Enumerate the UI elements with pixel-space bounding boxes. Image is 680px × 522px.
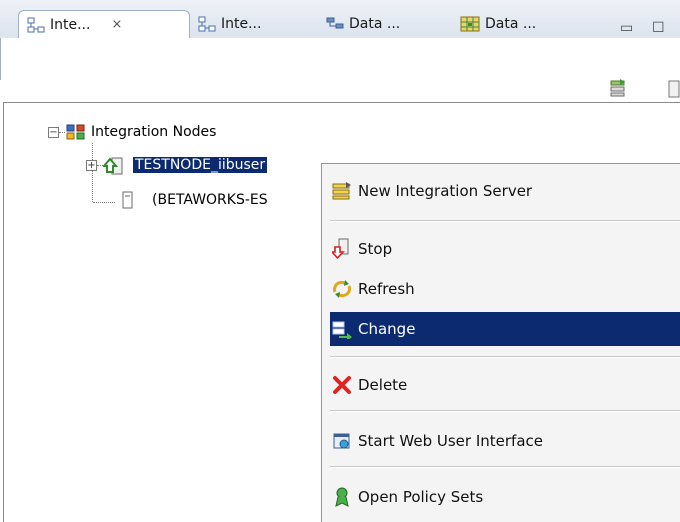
- minimize-button[interactable]: ▭: [620, 20, 633, 36]
- refresh-icon: [330, 278, 354, 300]
- expand-toggle[interactable]: +: [86, 159, 97, 171]
- tab-label: Data ...: [485, 16, 537, 32]
- integration-node-icon: [103, 157, 123, 175]
- tree-label: (BETAWORKS-ES: [152, 192, 268, 208]
- menu-item-stop[interactable]: Stop: [330, 232, 680, 266]
- collapse-toggle[interactable]: −: [48, 126, 59, 138]
- menu-item-label: Open Policy Sets: [358, 488, 484, 506]
- tab-label: Inte...: [50, 16, 91, 33]
- menu-item-label: Change: [358, 320, 416, 338]
- integration-nodes-icon: [198, 16, 216, 32]
- menu-item-label: Start Web User Interface: [358, 432, 543, 450]
- maximize-button[interactable]: ☐: [652, 20, 665, 36]
- menu-item-new-integration-server[interactable]: New Integration Server: [330, 174, 680, 208]
- server-icon: [122, 191, 133, 209]
- menu-item-open-policy-sets[interactable]: Open Policy Sets: [330, 480, 680, 514]
- menu-item-label: Stop: [358, 240, 393, 258]
- menu-separator: [330, 220, 680, 222]
- server-icon[interactable]: [668, 80, 680, 102]
- view-toolbar: [0, 38, 680, 80]
- tree-row-server[interactable]: (BETAWORKS-ES: [122, 190, 268, 210]
- tab-data-design[interactable]: Data ...: [318, 10, 446, 38]
- view-tab-bar: Inte... ⨯ Inte... Data ... Data ... ▭ ☐: [0, 0, 680, 98]
- menu-separator: [330, 410, 680, 412]
- close-icon[interactable]: ⨯: [111, 17, 122, 32]
- tab-label: Data ...: [349, 16, 401, 32]
- menu-item-refresh[interactable]: Refresh: [330, 272, 680, 306]
- integration-nodes-icon: [27, 17, 45, 32]
- menu-separator: [330, 356, 680, 358]
- menu-item-start-web-user-interface[interactable]: Start Web User Interface: [330, 424, 680, 458]
- context-menu: New Integration Server Stop Refresh Chan…: [321, 163, 680, 522]
- tab-label: Inte...: [221, 16, 262, 32]
- data-map-icon: [460, 16, 480, 32]
- tree-connector: [59, 132, 65, 133]
- connect-icon[interactable]: [608, 78, 628, 102]
- tree-label: Integration Nodes: [91, 124, 217, 140]
- delete-icon: [330, 375, 354, 395]
- menu-item-label: New Integration Server: [358, 182, 533, 200]
- tree-connector: [93, 202, 115, 203]
- policy-sets-icon: [330, 486, 354, 508]
- menu-separator: [330, 466, 680, 468]
- menu-item-label: Refresh: [358, 280, 415, 298]
- menu-item-delete[interactable]: Delete: [330, 368, 680, 402]
- tab-data-map[interactable]: Data ...: [452, 10, 582, 38]
- tree-row-testnode[interactable]: + TESTNODE_iibuser: [86, 155, 268, 175]
- tab-integration-nodes-1[interactable]: Inte... ⨯: [18, 10, 190, 38]
- integration-nodes-icon: [66, 124, 85, 140]
- change-icon: [330, 319, 354, 339]
- tree-row-integration-nodes[interactable]: − Integration Nodes: [48, 122, 216, 142]
- menu-item-label: Delete: [358, 376, 408, 394]
- web-ui-icon: [330, 431, 354, 451]
- tab-integration-nodes-2[interactable]: Inte...: [190, 10, 310, 38]
- tree-label-selected: TESTNODE_iibuser: [133, 157, 268, 173]
- data-design-icon: [326, 17, 344, 29]
- menu-item-change[interactable]: Change: [330, 312, 680, 346]
- new-server-icon: [330, 181, 354, 201]
- stop-icon: [330, 238, 354, 260]
